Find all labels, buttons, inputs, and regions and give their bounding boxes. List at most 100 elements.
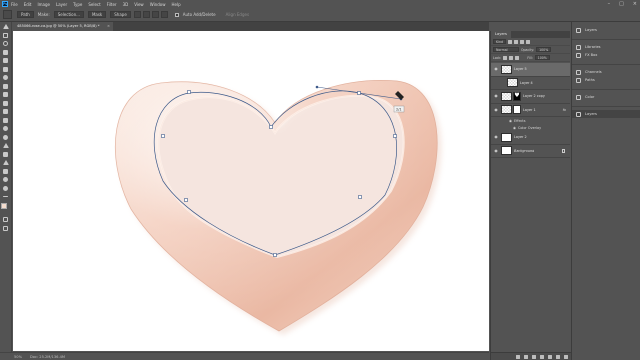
layer-mask-thumbnail[interactable] [513, 105, 521, 115]
more-tools-icon[interactable] [1, 193, 11, 200]
hand-tool-icon[interactable] [1, 176, 11, 183]
dock-fxbox[interactable]: FX Box [572, 51, 640, 59]
eraser-tool-icon[interactable] [1, 108, 11, 115]
menu-type[interactable]: Type [73, 2, 82, 7]
dock-libraries[interactable]: Libraries [572, 43, 640, 51]
menu-3d[interactable]: 3D [123, 2, 129, 7]
history-brush-tool-icon[interactable] [1, 100, 11, 107]
shape-button[interactable]: Shape [110, 11, 131, 18]
move-tool-icon[interactable] [1, 23, 11, 30]
add-style-icon[interactable] [524, 354, 528, 359]
layer-row-layer-5[interactable]: ◉ Layer 5 [491, 63, 570, 77]
maximize-icon[interactable]: □ [619, 1, 624, 7]
layer-row-layer-1[interactable]: ◉ Layer 1 fx [491, 104, 570, 117]
menu-edit[interactable]: Edit [24, 2, 32, 7]
foreground-color-swatch[interactable] [0, 203, 7, 209]
lock-all-icon[interactable] [515, 55, 520, 60]
filter-kind-select[interactable]: Kind [493, 39, 507, 44]
dock-channels[interactable]: Channels [572, 68, 640, 76]
lasso-tool-icon[interactable] [1, 40, 11, 47]
lock-position-icon[interactable] [509, 55, 514, 60]
close-tab-icon[interactable]: × [107, 22, 110, 31]
menu-filter[interactable]: Filter [107, 2, 117, 7]
document-canvas[interactable]: 2/1 [13, 31, 489, 351]
layer-row-layer-2[interactable]: ◉ Layer 2 [491, 131, 570, 145]
menu-view[interactable]: View [134, 2, 144, 7]
eye-icon[interactable]: ◉ [513, 126, 516, 130]
layers-tab[interactable]: Layers [491, 31, 511, 38]
lock-pixels-icon[interactable] [503, 55, 508, 60]
menu-window[interactable]: Window [150, 2, 166, 7]
visibility-eye-icon[interactable]: ◉ [493, 148, 499, 153]
crop-tool-icon[interactable] [1, 57, 11, 64]
marquee-tool-icon[interactable] [1, 32, 11, 39]
selection-button[interactable]: Selection... [53, 11, 84, 18]
pen-tool-preset-icon[interactable] [3, 10, 12, 19]
dock-layers-bottom[interactable]: Layers [572, 110, 640, 118]
rectangle-tool-icon[interactable] [1, 168, 11, 175]
menu-file[interactable]: File [11, 2, 18, 7]
zoom-tool-icon[interactable] [1, 185, 11, 192]
filter-adjustment-icon[interactable] [514, 39, 519, 44]
filter-pixel-icon[interactable] [508, 39, 513, 44]
dodge-tool-icon[interactable] [1, 134, 11, 141]
path-alignment-icon[interactable] [142, 11, 150, 18]
clone-stamp-tool-icon[interactable] [1, 91, 11, 98]
layer-name[interactable]: Layer 4 [520, 81, 533, 85]
quick-select-tool-icon[interactable] [1, 49, 11, 56]
document-tab[interactable]: 485066-rose-ca.jpg @ 50% (Layer 5, RGB/8… [13, 22, 113, 31]
layer-mask-thumbnail[interactable]: ♥ [513, 91, 521, 101]
zoom-level[interactable]: 50% [14, 355, 22, 359]
layer-row-layer-2-copy[interactable]: ◉ ♥ Layer 2 copy [491, 90, 570, 104]
color-swatches[interactable] [0, 203, 11, 213]
layer-name[interactable]: Layer 2 [514, 135, 527, 139]
path-selection-tool-icon[interactable] [1, 159, 11, 166]
eye-icon[interactable]: ◉ [509, 119, 512, 123]
new-layer-icon[interactable] [556, 354, 560, 359]
brush-tool-icon[interactable] [1, 83, 11, 90]
layer-row-layer-4[interactable]: Layer 4 [491, 77, 570, 90]
trash-icon[interactable] [564, 354, 568, 359]
visibility-eye-icon[interactable]: ◉ [493, 94, 499, 98]
visibility-eye-icon[interactable]: ◉ [493, 107, 499, 112]
filter-shape-icon[interactable] [526, 39, 531, 44]
gradient-tool-icon[interactable] [1, 117, 11, 124]
blend-mode-select[interactable]: Normal [493, 47, 519, 52]
auto-add-delete-checkbox[interactable] [174, 12, 179, 17]
type-tool-icon[interactable] [1, 151, 11, 158]
layer-name[interactable]: Layer 2 copy [523, 94, 545, 98]
add-mask-icon[interactable] [532, 354, 536, 359]
filter-type-icon[interactable] [520, 39, 525, 44]
path-mode-select[interactable]: Path [17, 11, 34, 18]
menu-help[interactable]: Help [171, 2, 180, 7]
effect-item[interactable]: ◉ Color Overlay [491, 124, 570, 131]
new-group-icon[interactable] [548, 354, 552, 359]
path-operations-icon[interactable] [133, 11, 141, 18]
healing-brush-tool-icon[interactable] [1, 74, 11, 81]
opacity-input[interactable]: 100% [536, 47, 552, 52]
eyedropper-tool-icon[interactable] [1, 66, 11, 73]
visibility-eye-icon[interactable]: ◉ [493, 135, 499, 139]
fx-icon[interactable]: fx [563, 108, 566, 112]
gear-icon[interactable] [160, 11, 168, 18]
minimize-icon[interactable]: – [608, 1, 611, 7]
layer-row-background[interactable]: ◉ Background [491, 145, 570, 158]
dock-color[interactable]: Color [572, 93, 640, 101]
fill-input[interactable]: 100% [534, 55, 550, 60]
quick-mask-icon[interactable] [1, 216, 11, 223]
layer-name[interactable]: Background [514, 149, 534, 153]
mask-button[interactable]: Mask [87, 11, 107, 18]
layer-name[interactable]: Layer 1 [523, 108, 536, 112]
menu-select[interactable]: Select [88, 2, 100, 7]
path-arrangement-icon[interactable] [151, 11, 159, 18]
pen-tool-icon[interactable] [1, 142, 11, 149]
screen-mode-icon[interactable] [1, 225, 11, 232]
layer-name[interactable]: Layer 5 [514, 67, 527, 71]
menu-image[interactable]: Image [37, 2, 50, 7]
dock-layers-top[interactable]: Layers [572, 26, 640, 34]
effects-group[interactable]: ◉ Effects [491, 117, 570, 124]
close-icon[interactable]: × [633, 1, 637, 7]
blur-tool-icon[interactable] [1, 125, 11, 132]
menu-layer[interactable]: Layer [56, 2, 67, 7]
visibility-eye-icon[interactable] [493, 81, 499, 85]
